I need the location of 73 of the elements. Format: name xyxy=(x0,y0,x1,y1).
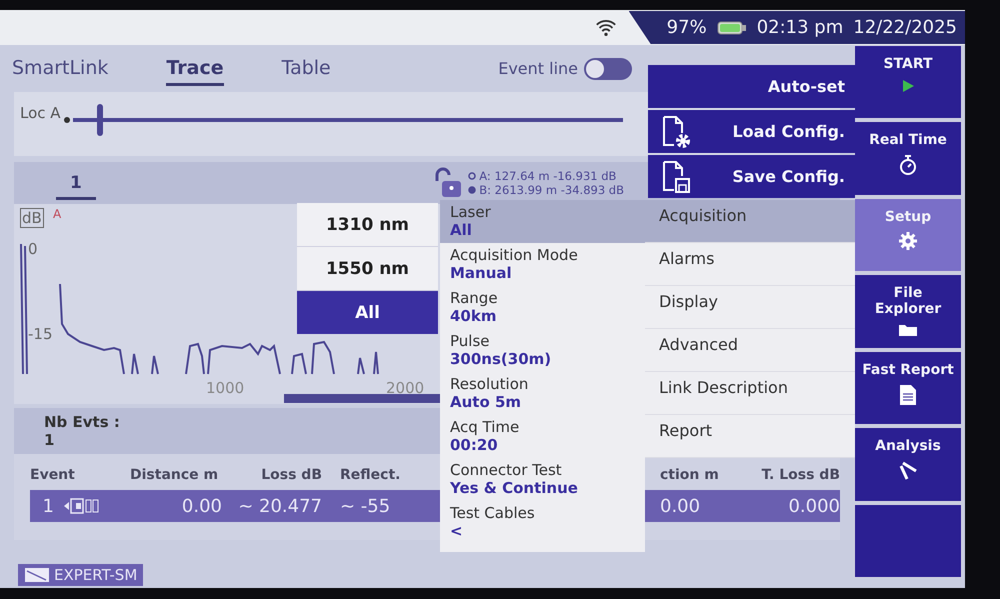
setup-parameter[interactable]: Acquisition Mode Manual xyxy=(440,243,645,286)
cursor-reading: B: 2613.99 m -34.893 dB xyxy=(479,183,624,197)
config-menu-item[interactable]: Save Config. xyxy=(648,155,855,198)
setup-parameter[interactable]: Resolution Auto 5m xyxy=(440,372,645,415)
side-menu-button[interactable] xyxy=(854,504,962,578)
battery-percent: 97% xyxy=(666,17,707,38)
cursor-marker-label: A xyxy=(53,207,62,221)
file-gear-icon xyxy=(662,114,692,148)
stopwatch-icon xyxy=(898,154,918,176)
settings-icon xyxy=(898,230,918,251)
wifi-icon xyxy=(594,18,617,37)
folder-icon xyxy=(898,323,918,338)
config-menu-item[interactable]: Load Config. xyxy=(648,110,855,153)
file-save-icon xyxy=(662,160,692,194)
column-header: Reflect. xyxy=(340,467,402,483)
config-menu-item[interactable]: Auto-set xyxy=(648,65,855,108)
setup-parameter[interactable]: Connector Test Yes & Continue xyxy=(440,458,645,501)
setup-parameter[interactable]: Pulse 300ns(30m) xyxy=(440,329,645,372)
setup-category[interactable]: Display xyxy=(645,286,855,329)
laser-option[interactable]: All xyxy=(297,291,438,334)
setup-category[interactable]: Acquisition xyxy=(645,200,855,243)
event-count-label: Nb Evts : xyxy=(44,413,120,431)
side-menu-button[interactable]: START xyxy=(854,45,962,120)
battery-icon xyxy=(716,20,747,36)
column-header: Event xyxy=(30,467,76,483)
event-line-toggle[interactable] xyxy=(584,58,632,80)
trace-number-tab[interactable]: 1 xyxy=(56,166,96,200)
table-cell-text: ~ -55 xyxy=(340,496,392,516)
setup-parameter[interactable]: Acq Time 00:20 xyxy=(440,415,645,458)
setup-parameter[interactable]: Test Cables < xyxy=(440,501,645,544)
side-menu-button[interactable]: Fast Report xyxy=(854,350,962,426)
setup-parameter[interactable]: Laser All xyxy=(440,200,645,243)
y-axis-label: -15 xyxy=(28,325,52,343)
side-menu-button[interactable]: Real Time xyxy=(854,121,962,196)
document-icon xyxy=(899,384,917,406)
table-cell-text: 0.00 xyxy=(659,496,702,516)
x-axis-label: 2000 xyxy=(386,379,424,397)
side-menu-button[interactable]: Setup xyxy=(854,198,962,272)
side-menu-button[interactable]: File Explorer xyxy=(854,274,962,349)
view-tab[interactable]: SmartLink xyxy=(12,51,108,86)
play-icon xyxy=(900,78,916,94)
setup-category[interactable]: Link Description xyxy=(645,372,855,415)
x-axis-label: 1000 xyxy=(206,379,244,397)
side-menu-button[interactable]: Analysis xyxy=(854,427,962,502)
event-line-label: Event line xyxy=(498,59,578,78)
y-axis-label: 0 xyxy=(28,240,38,258)
view-tab[interactable]: Trace xyxy=(166,51,224,86)
view-tab[interactable]: Table xyxy=(282,51,331,86)
event-number: 1 xyxy=(42,496,54,516)
column-header: Distance m xyxy=(130,467,220,483)
laser-option[interactable]: 1310 nm xyxy=(297,203,438,246)
table-cell-text: 0.00 xyxy=(180,496,222,516)
table-cell-text: 0.000 xyxy=(787,496,840,516)
filled-dot-icon xyxy=(468,186,476,194)
ring-icon xyxy=(468,172,476,180)
date-text: 12/22/2025 xyxy=(853,17,957,38)
tools-icon xyxy=(898,460,918,480)
laser-option[interactable]: 1550 nm xyxy=(297,247,438,290)
setup-category[interactable]: Report xyxy=(645,415,855,458)
column-header: ction m xyxy=(659,467,720,483)
setup-category[interactable]: Alarms xyxy=(645,243,855,286)
setup-category[interactable]: Advanced xyxy=(645,329,855,372)
unit-label: dB xyxy=(20,208,44,228)
cursor-reading: A: 127.64 m -16.931 dB xyxy=(479,169,616,183)
event-count-value: 1 xyxy=(44,431,54,449)
clock-time: 02:13 pm xyxy=(756,17,844,38)
setup-parameter[interactable]: Range 40km xyxy=(440,286,645,329)
module-icon xyxy=(24,567,50,583)
column-header: T. Loss dB xyxy=(760,467,840,483)
table-cell-text: ~ 20.477 xyxy=(237,496,322,516)
location-label: Loc A xyxy=(20,104,61,122)
module-name: EXPERT-SM xyxy=(54,566,138,584)
column-header: Loss dB xyxy=(260,467,322,483)
